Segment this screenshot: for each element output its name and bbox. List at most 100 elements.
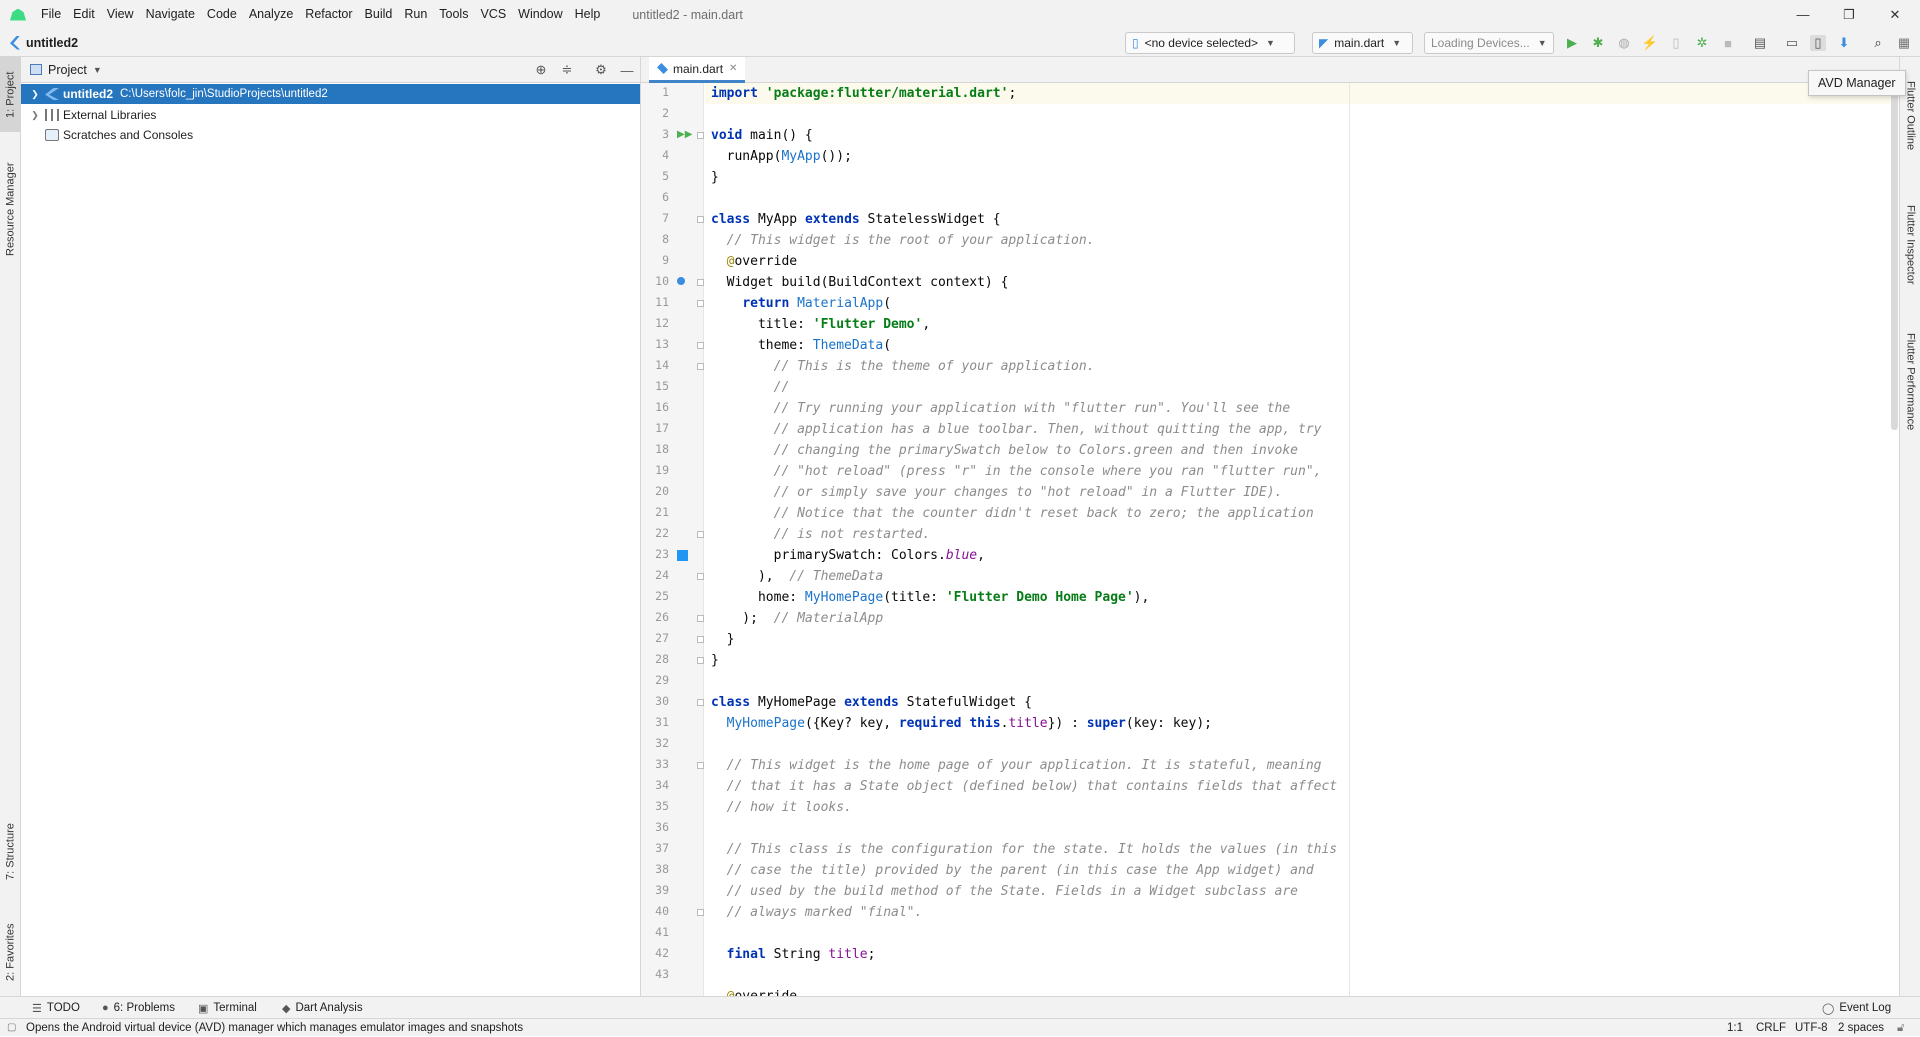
- code-line[interactable]: title: 'Flutter Demo',: [711, 314, 930, 335]
- fold-marker-icon[interactable]: [697, 699, 704, 706]
- debug-icon[interactable]: ✱: [1590, 35, 1606, 51]
- fold-marker-icon[interactable]: [697, 636, 704, 643]
- tree-item-untitled2[interactable]: ❯ untitled2 C:\Users\folc_jin\StudioProj…: [21, 84, 640, 104]
- code-line[interactable]: }: [711, 629, 735, 650]
- layout-inspector-icon[interactable]: ▭: [1784, 35, 1800, 51]
- fold-marker-icon[interactable]: [697, 279, 704, 286]
- minimize-button[interactable]: —: [1780, 0, 1826, 29]
- editor-scrollbar[interactable]: [1891, 86, 1898, 430]
- project-view-selector[interactable]: Project: [48, 63, 87, 77]
- code-line[interactable]: // how it looks.: [711, 797, 852, 818]
- tab-todo[interactable]: ☰ TODO: [32, 997, 80, 1019]
- toggle-tool-windows-icon[interactable]: ▢: [7, 1019, 16, 1037]
- fold-marker-icon[interactable]: [697, 531, 704, 538]
- fold-marker-icon[interactable]: [697, 657, 704, 664]
- menu-help[interactable]: Help: [569, 0, 607, 29]
- collapse-all-icon[interactable]: ≑: [559, 62, 575, 78]
- fold-marker-icon[interactable]: [697, 300, 704, 307]
- menu-run[interactable]: Run: [398, 0, 433, 29]
- close-icon[interactable]: ✕: [729, 63, 737, 74]
- fold-marker-icon[interactable]: [697, 132, 704, 139]
- code-line[interactable]: ); // MaterialApp: [711, 608, 883, 629]
- tree-item-external-libraries[interactable]: ❯ External Libraries: [21, 105, 640, 125]
- tab-flutter-inspector[interactable]: Flutter Inspector: [1900, 187, 1920, 302]
- loading-devices-selector[interactable]: Loading Devices... ▼: [1424, 32, 1554, 54]
- run-config-selector[interactable]: ◤ main.dart ▼: [1312, 32, 1413, 54]
- code-line[interactable]: // Try running your application with "fl…: [711, 398, 1291, 419]
- code-line[interactable]: @override: [711, 986, 797, 996]
- run-gutter-icon[interactable]: ▶▶: [677, 130, 692, 140]
- fold-marker-icon[interactable]: [697, 363, 704, 370]
- menu-window[interactable]: Window: [512, 0, 568, 29]
- tab-flutter-performance[interactable]: Flutter Performance: [1900, 312, 1920, 452]
- sdk-manager-icon[interactable]: ⬇: [1836, 35, 1852, 51]
- code-line[interactable]: runApp(MyApp());: [711, 146, 852, 167]
- menu-navigate[interactable]: Navigate: [140, 0, 201, 29]
- tab-event-log[interactable]: ◯ Event Log: [1822, 997, 1891, 1019]
- code-line[interactable]: // This class is the configuration for t…: [711, 839, 1337, 860]
- fold-marker-icon[interactable]: [697, 762, 704, 769]
- code-line[interactable]: void main() {: [711, 125, 813, 146]
- menu-code[interactable]: Code: [201, 0, 243, 29]
- fold-marker-icon[interactable]: [697, 216, 704, 223]
- menu-edit[interactable]: Edit: [67, 0, 101, 29]
- close-window-button[interactable]: ✕: [1872, 0, 1918, 29]
- code-line[interactable]: class MyHomePage extends StatefulWidget …: [711, 692, 1032, 713]
- code-line[interactable]: MyHomePage({Key? key, required this.titl…: [711, 713, 1212, 734]
- attach-debugger-icon[interactable]: ✲: [1694, 35, 1710, 51]
- code-line[interactable]: primarySwatch: Colors.blue,: [711, 545, 985, 566]
- code-line[interactable]: @override: [711, 251, 797, 272]
- gear-icon[interactable]: ⚙: [593, 62, 609, 78]
- fold-marker-icon[interactable]: [697, 573, 704, 580]
- code-line[interactable]: final String title;: [711, 944, 876, 965]
- lock-icon[interactable]: 🔓︎: [1897, 1019, 1904, 1037]
- line-separator[interactable]: CRLF: [1756, 1019, 1786, 1037]
- tab-favorites[interactable]: 2: Favorites: [0, 907, 21, 997]
- chevron-down-icon[interactable]: ▼: [93, 65, 102, 75]
- tab-project-tool[interactable]: 1: Project: [0, 57, 21, 132]
- locate-file-icon[interactable]: ⊕: [533, 62, 549, 78]
- menu-file[interactable]: File: [35, 0, 67, 29]
- code-line[interactable]: // is not restarted.: [711, 524, 931, 545]
- tab-structure[interactable]: 7: Structure: [0, 807, 21, 897]
- editor-gutter[interactable]: 1 2 3 4 5 6 7 8 9 10 11 12 13 14 15 16 17 18 19 20 21 22 23 24 2…: [641, 83, 704, 996]
- code-line[interactable]: // used by the build method of the State…: [711, 881, 1298, 902]
- menu-tools[interactable]: Tools: [433, 0, 474, 29]
- code-line[interactable]: //: [711, 377, 790, 398]
- code-line[interactable]: // Notice that the counter didn't reset …: [711, 503, 1314, 524]
- override-gutter-icon[interactable]: [677, 277, 685, 285]
- code-line[interactable]: Widget build(BuildContext context) {: [711, 272, 1009, 293]
- menu-view[interactable]: View: [101, 0, 140, 29]
- tab-dart-analysis[interactable]: ◆ Dart Analysis: [282, 997, 363, 1019]
- code-line[interactable]: }: [711, 650, 719, 671]
- tree-item-scratches[interactable]: Scratches and Consoles: [21, 125, 640, 145]
- settings-sync-icon[interactable]: ▦: [1896, 35, 1912, 51]
- code-line[interactable]: theme: ThemeData(: [711, 335, 891, 356]
- code-line[interactable]: // case the title) provided by the paren…: [711, 860, 1314, 881]
- code-line[interactable]: // or simply save your changes to "hot r…: [711, 482, 1283, 503]
- restore-button[interactable]: ❐: [1826, 0, 1872, 29]
- menu-refactor[interactable]: Refactor: [299, 0, 358, 29]
- chevron-right-icon[interactable]: ❯: [29, 110, 41, 121]
- device-selector[interactable]: ▯ <no device selected> ▼: [1125, 32, 1295, 54]
- search-icon[interactable]: ⌕: [1870, 35, 1886, 51]
- hot-restart-icon[interactable]: ▯: [1668, 35, 1684, 51]
- hide-panel-icon[interactable]: —: [619, 62, 635, 78]
- breadcrumb-project[interactable]: untitled2: [26, 36, 78, 50]
- code-line[interactable]: class MyApp extends StatelessWidget {: [711, 209, 1001, 230]
- hot-reload-icon[interactable]: ⚡: [1642, 35, 1658, 51]
- code-line[interactable]: // This widget is the home page of your …: [711, 755, 1322, 776]
- fold-marker-icon[interactable]: [697, 909, 704, 916]
- project-structure-icon[interactable]: ▤: [1752, 35, 1768, 51]
- run-with-coverage-icon[interactable]: ◍: [1616, 35, 1632, 51]
- code-line[interactable]: // This widget is the root of your appli…: [711, 230, 1095, 251]
- fold-marker-icon[interactable]: [697, 615, 704, 622]
- menu-analyze[interactable]: Analyze: [243, 0, 299, 29]
- code-line[interactable]: return MaterialApp(: [711, 293, 891, 314]
- color-swatch-icon[interactable]: [677, 550, 688, 561]
- code-line[interactable]: // that it has a State object (defined b…: [711, 776, 1337, 797]
- menu-vcs[interactable]: VCS: [474, 0, 512, 29]
- code-area[interactable]: import 'package:flutter/material.dart'; v…: [705, 83, 1899, 996]
- chevron-right-icon[interactable]: ❯: [29, 89, 41, 100]
- fold-marker-icon[interactable]: [697, 342, 704, 349]
